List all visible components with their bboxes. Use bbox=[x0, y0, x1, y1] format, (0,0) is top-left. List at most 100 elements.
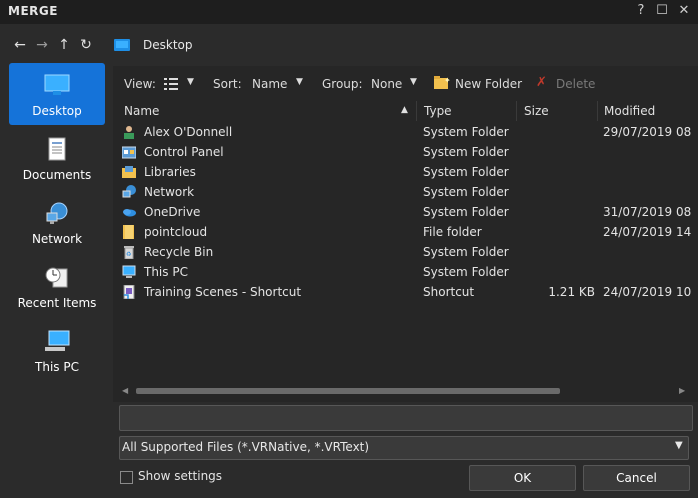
shortcut-icon bbox=[123, 285, 135, 299]
libraries-icon bbox=[122, 166, 136, 178]
network-icon bbox=[122, 185, 136, 198]
sidebar-item-label: Recent Items bbox=[17, 296, 97, 310]
sidebar-item-documents[interactable]: Documents bbox=[9, 127, 105, 189]
file-row[interactable]: Network System Folder bbox=[113, 182, 698, 202]
back-arrow-icon[interactable]: ← bbox=[12, 36, 28, 54]
refresh-icon[interactable]: ↻ bbox=[78, 36, 94, 54]
file-type: System Folder bbox=[423, 185, 509, 199]
file-type: System Folder bbox=[423, 145, 509, 159]
file-type: Shortcut bbox=[423, 285, 475, 299]
sidebar: Desktop Documents Network Recent Items T… bbox=[0, 58, 112, 398]
sidebar-item-desktop[interactable]: Desktop bbox=[9, 63, 105, 125]
sidebar-item-this-pc[interactable]: This PC bbox=[9, 319, 105, 381]
onedrive-icon bbox=[123, 209, 136, 217]
file-name: Control Panel bbox=[144, 145, 224, 159]
sort-select[interactable]: Name bbox=[252, 77, 287, 91]
sort-label: Sort: bbox=[213, 77, 242, 91]
svg-text:♻: ♻ bbox=[126, 251, 131, 258]
sort-ascending-icon: ▲ bbox=[401, 105, 408, 115]
folder-icon bbox=[123, 225, 134, 239]
network-icon bbox=[46, 202, 68, 224]
column-divider[interactable] bbox=[597, 101, 598, 121]
scroll-left-icon[interactable]: ◀ bbox=[122, 386, 128, 395]
sidebar-item-label: Network bbox=[31, 232, 83, 246]
group-select[interactable]: None bbox=[371, 77, 402, 91]
file-name: Recycle Bin bbox=[144, 245, 214, 259]
file-type-filter-value: All Supported Files (*.VRNative, *.VRTex… bbox=[122, 440, 370, 454]
new-folder-button[interactable]: New Folder bbox=[455, 77, 522, 91]
filename-input[interactable] bbox=[119, 405, 693, 431]
close-button[interactable]: ✕ bbox=[676, 3, 692, 19]
sidebar-item-label: This PC bbox=[35, 360, 79, 374]
new-folder-icon[interactable]: ✦ bbox=[434, 76, 450, 90]
cancel-button[interactable]: Cancel bbox=[583, 465, 690, 491]
file-row[interactable]: pointcloud File folder 24/07/2019 14 bbox=[113, 222, 698, 242]
file-type: System Folder bbox=[423, 245, 509, 259]
file-name: Training Scenes - Shortcut bbox=[144, 285, 302, 299]
file-type: System Folder bbox=[423, 205, 509, 219]
file-row[interactable]: Training Scenes - Shortcut Shortcut 1.21… bbox=[113, 282, 698, 302]
horizontal-scrollbar-thumb[interactable] bbox=[136, 388, 560, 394]
file-row[interactable]: Libraries System Folder bbox=[113, 162, 698, 182]
column-header-type[interactable]: Type bbox=[424, 104, 452, 118]
file-row[interactable]: Alex O'Donnell System Folder 29/07/2019 … bbox=[113, 122, 698, 142]
file-name: Alex O'Donnell bbox=[144, 125, 233, 139]
user-folder-icon bbox=[124, 126, 134, 139]
sidebar-item-recent-items[interactable]: Recent Items bbox=[9, 255, 105, 317]
file-name: This PC bbox=[144, 265, 188, 279]
file-name: Libraries bbox=[144, 165, 196, 179]
file-row[interactable]: ♻ Recycle Bin System Folder bbox=[113, 242, 698, 262]
show-settings-checkbox[interactable] bbox=[120, 471, 133, 484]
column-divider[interactable] bbox=[416, 101, 417, 121]
desktop-icon bbox=[44, 74, 70, 95]
file-type: System Folder bbox=[423, 265, 509, 279]
maximize-button[interactable]: ☐ bbox=[654, 3, 670, 19]
column-header-size[interactable]: Size bbox=[524, 104, 549, 118]
recent-items-icon bbox=[45, 267, 68, 288]
file-row[interactable]: OneDrive System Folder 31/07/2019 08 bbox=[113, 202, 698, 222]
delete-icon: ✗ bbox=[536, 75, 547, 90]
documents-icon bbox=[48, 137, 66, 161]
desktop-icon bbox=[114, 39, 130, 51]
svg-text:✦: ✦ bbox=[444, 76, 450, 85]
file-row[interactable]: This PC System Folder bbox=[113, 262, 698, 282]
ok-button[interactable]: OK bbox=[469, 465, 576, 491]
column-divider[interactable] bbox=[516, 101, 517, 121]
file-row[interactable]: Control Panel System Folder bbox=[113, 142, 698, 162]
recycle-bin-icon: ♻ bbox=[124, 246, 134, 259]
file-name: OneDrive bbox=[144, 205, 201, 219]
title-bar bbox=[0, 0, 698, 24]
sidebar-item-network[interactable]: Network bbox=[9, 191, 105, 253]
sidebar-item-label: Documents bbox=[22, 168, 92, 182]
file-modified: 24/07/2019 14 bbox=[603, 225, 692, 239]
group-label: Group: bbox=[322, 77, 363, 91]
column-header-modified[interactable]: Modified bbox=[604, 104, 655, 118]
scroll-right-icon[interactable]: ▶ bbox=[679, 386, 685, 395]
chevron-down-icon[interactable]: ▼ bbox=[675, 440, 683, 451]
view-label: View: bbox=[124, 77, 156, 91]
file-type: System Folder bbox=[423, 165, 509, 179]
file-modified: 31/07/2019 08 bbox=[603, 205, 692, 219]
this-pc-icon bbox=[122, 265, 136, 278]
file-modified: 29/07/2019 08 bbox=[603, 125, 692, 139]
column-header-name[interactable]: Name bbox=[124, 104, 159, 118]
file-type: File folder bbox=[423, 225, 482, 239]
up-arrow-icon[interactable]: ↑ bbox=[56, 36, 72, 54]
list-view-icon[interactable] bbox=[164, 78, 178, 90]
show-settings-label[interactable]: Show settings bbox=[138, 469, 222, 483]
view-dropdown-icon[interactable]: ▼ bbox=[187, 77, 194, 87]
help-button[interactable]: ? bbox=[633, 3, 649, 19]
sort-dropdown-icon[interactable]: ▼ bbox=[296, 77, 303, 87]
forward-arrow-icon[interactable]: → bbox=[34, 36, 50, 54]
file-modified: 24/07/2019 10 bbox=[603, 285, 692, 299]
sidebar-item-label: Desktop bbox=[32, 104, 82, 118]
group-dropdown-icon[interactable]: ▼ bbox=[410, 77, 417, 87]
file-size: 1.21 KB bbox=[548, 285, 595, 299]
this-pc-icon bbox=[45, 330, 70, 351]
file-name: pointcloud bbox=[144, 225, 208, 239]
window-title: MERGE bbox=[8, 4, 58, 18]
delete-button[interactable]: Delete bbox=[556, 77, 595, 91]
control-panel-icon bbox=[122, 146, 136, 159]
location-label[interactable]: Desktop bbox=[143, 38, 193, 52]
file-type: System Folder bbox=[423, 125, 509, 139]
